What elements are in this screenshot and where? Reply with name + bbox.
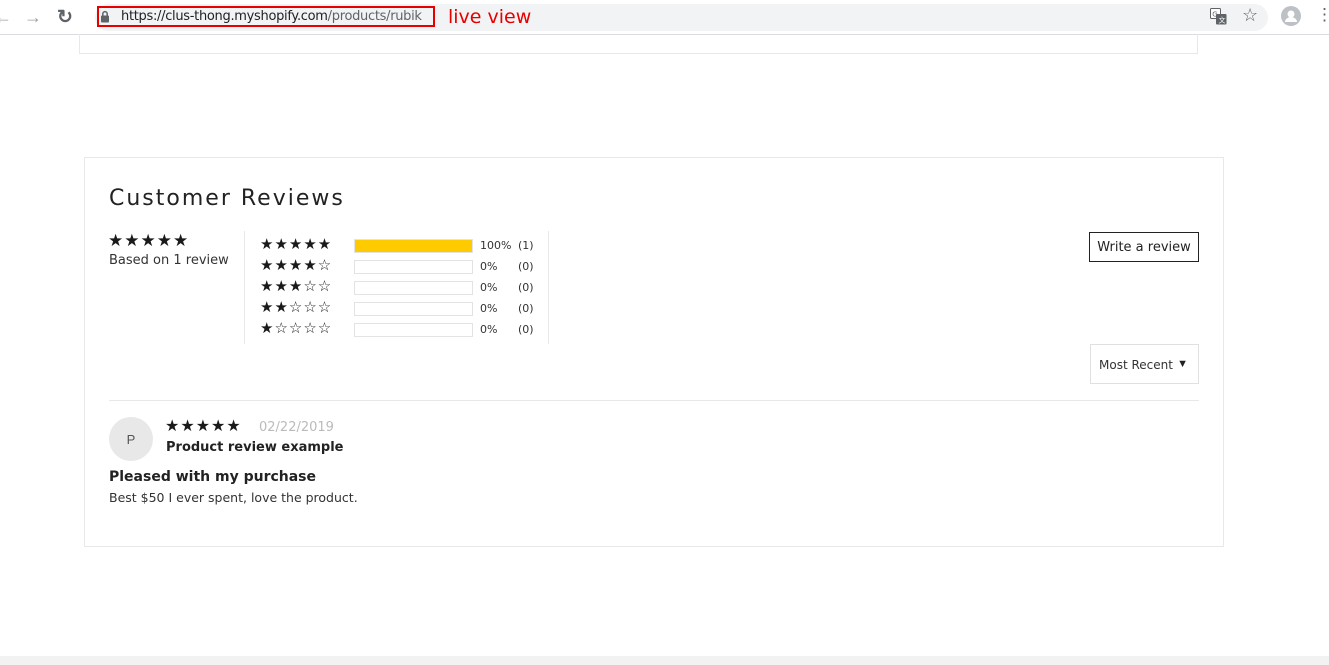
profile-button[interactable]	[1281, 6, 1301, 31]
histogram-bar-fill	[355, 240, 472, 252]
reload-icon: ↻	[57, 6, 73, 28]
forward-arrow-icon: →	[24, 6, 42, 27]
reviews-card	[84, 157, 1224, 547]
sort-select[interactable]: Most Recent ▼	[1090, 344, 1199, 384]
histogram-bar	[354, 239, 473, 253]
histogram-percent: 0%	[480, 302, 498, 315]
bookmark-star-button[interactable]: ☆	[1242, 5, 1258, 26]
histogram-row-1[interactable]: ★☆☆☆☆ 0% (0)	[260, 319, 550, 340]
footer-strip	[0, 656, 1329, 665]
histogram-bar	[354, 281, 473, 295]
write-review-button[interactable]: Write a review	[1089, 232, 1199, 262]
profile-avatar-icon	[1281, 6, 1301, 26]
caret-down-icon: ▼	[1177, 358, 1188, 370]
reviews-divider	[109, 400, 1199, 401]
histogram-row-3[interactable]: ★★★☆☆ 0% (0)	[260, 277, 550, 298]
reviewer-avatar: P	[109, 417, 153, 461]
histogram-count: (0)	[518, 323, 534, 336]
histogram-count: (0)	[518, 281, 534, 294]
histogram-stars-icon: ★☆☆☆☆	[260, 320, 333, 337]
histogram-stars-icon: ★★★☆☆	[260, 278, 333, 295]
histogram-bar	[354, 302, 473, 316]
sort-selected-value: Most Recent	[1099, 358, 1173, 372]
review-body: Best $50 I ever spent, love the product.	[109, 490, 358, 505]
review-title: Pleased with my purchase	[109, 469, 317, 485]
review-author: Product review example	[166, 440, 344, 455]
back-arrow-icon: ←	[0, 6, 12, 27]
live-view-annotation: live view	[448, 6, 532, 28]
histogram-percent: 100%	[480, 239, 512, 252]
histogram-percent: 0%	[480, 260, 498, 273]
summary-divider	[244, 231, 245, 344]
review-count-text: Based on 1 review	[109, 253, 229, 268]
histogram-bar	[354, 323, 473, 337]
bookmark-star-icon: ☆	[1242, 5, 1259, 25]
histogram-stars-icon: ★★★★★	[260, 236, 333, 253]
histogram-count: (1)	[518, 239, 534, 252]
histogram-bar	[354, 260, 473, 274]
previous-section-box	[79, 34, 1198, 54]
review-date: 02/22/2019	[259, 420, 334, 435]
average-rating-stars-icon: ★★★★★	[108, 231, 190, 250]
more-vertical-icon: ⋮	[1316, 5, 1329, 24]
review-stars-icon: ★★★★★	[165, 418, 242, 435]
histogram-count: (0)	[518, 302, 534, 315]
histogram-percent: 0%	[480, 281, 498, 294]
browser-menu-button[interactable]: ⋮	[1316, 5, 1329, 25]
svg-text:文: 文	[1219, 16, 1226, 25]
reviews-title: Customer Reviews	[109, 186, 345, 211]
histogram-count: (0)	[518, 260, 534, 273]
back-button[interactable]: ←	[0, 6, 14, 28]
translate-icon: G 文	[1210, 8, 1227, 25]
forward-button[interactable]: →	[22, 6, 44, 28]
svg-text:G: G	[1212, 11, 1217, 19]
histogram-row-5[interactable]: ★★★★★ 100% (1)	[260, 235, 550, 256]
reload-button[interactable]: ↻	[54, 6, 76, 28]
histogram-row-4[interactable]: ★★★★☆ 0% (0)	[260, 256, 550, 277]
histogram-row-2[interactable]: ★★☆☆☆ 0% (0)	[260, 298, 550, 319]
histogram-stars-icon: ★★★★☆	[260, 257, 333, 274]
url-highlight-box	[97, 6, 435, 27]
translate-button[interactable]: G 文	[1210, 8, 1227, 30]
histogram-percent: 0%	[480, 323, 498, 336]
histogram-stars-icon: ★★☆☆☆	[260, 299, 333, 316]
